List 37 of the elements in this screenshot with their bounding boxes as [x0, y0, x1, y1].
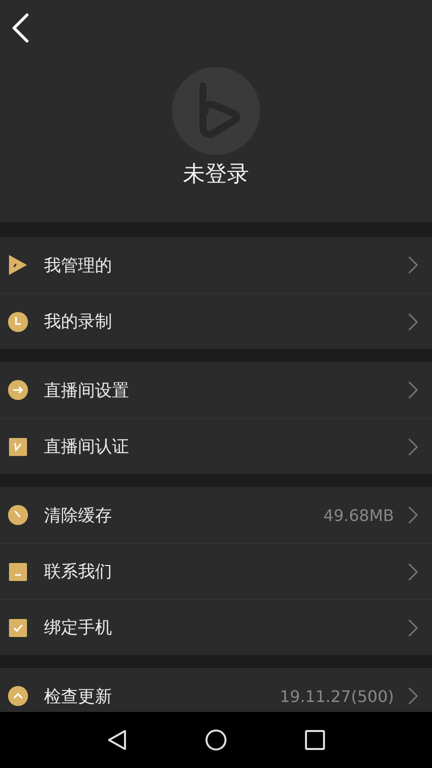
chevron-icon	[408, 562, 418, 580]
chevron-icon	[408, 687, 418, 705]
menu-item[interactable]: 清除缓存 49.68MB	[0, 487, 432, 543]
clock-icon	[7, 310, 29, 332]
chevron-icon	[408, 381, 418, 399]
chevron-icon	[408, 438, 418, 456]
item-label: 我的录制	[44, 311, 113, 333]
menu-item[interactable]: 直播间认证	[0, 418, 432, 474]
item-value: 19.11.27(500)	[280, 686, 394, 706]
menu-item[interactable]: 直播间设置	[0, 362, 432, 418]
item-label: 联系我们	[44, 561, 113, 583]
item-value: 49.68MB	[323, 506, 394, 524]
chevron-icon	[408, 618, 418, 636]
recents-icon[interactable]	[305, 730, 325, 750]
chevron-icon	[408, 506, 418, 524]
item-label: 检查更新	[44, 686, 113, 708]
menu-item[interactable]: 联系我们	[0, 543, 432, 599]
play-icon	[7, 254, 29, 276]
chevron-icon	[408, 312, 418, 330]
item-label: 直播间认证	[44, 436, 130, 458]
menu-item[interactable]: 我的录制	[0, 293, 432, 349]
item-label: 直播间设置	[44, 380, 130, 402]
item-label: 我管理的	[44, 254, 113, 276]
menu-item[interactable]: 我管理的	[0, 237, 432, 293]
minus-icon	[7, 560, 29, 582]
item-label: 绑定手机	[44, 617, 113, 639]
check-icon	[7, 436, 29, 458]
home-icon[interactable]	[205, 729, 227, 751]
item-label: 清除缓存	[44, 504, 113, 526]
back-icon[interactable]	[107, 729, 127, 751]
menu-item[interactable]: 检查更新 19.11.27(500)	[0, 668, 432, 712]
menu-item[interactable]: 绑定手机	[0, 599, 432, 655]
caret-up-icon	[7, 685, 29, 707]
checkbox-icon	[7, 616, 29, 638]
circle-icon	[7, 504, 29, 526]
user-name: 未登录	[183, 161, 249, 189]
chevron-icon	[408, 256, 418, 274]
